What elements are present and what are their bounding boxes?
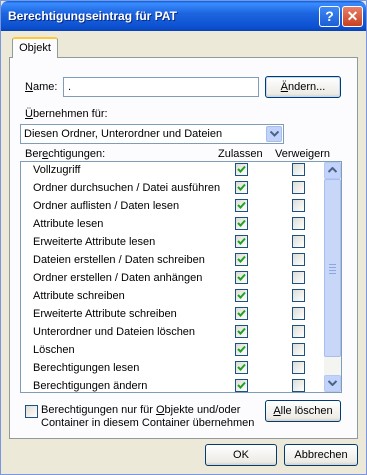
allow-checkbox[interactable] xyxy=(235,235,248,248)
permission-name: Berechtigungen lesen xyxy=(33,362,140,374)
tab-objekt[interactable]: Objekt xyxy=(12,37,58,58)
permission-name: Dateien erstellen / Daten schreiben xyxy=(33,254,205,266)
scroll-down-arrow-icon[interactable] xyxy=(324,375,341,392)
deny-checkbox[interactable] xyxy=(292,307,305,320)
permissions-label: Berechtigungen: xyxy=(25,148,106,160)
help-button[interactable]: ? xyxy=(319,6,340,27)
allow-checkbox[interactable] xyxy=(235,271,248,284)
deny-checkbox[interactable] xyxy=(292,199,305,212)
inherit-only-label: Berechtigungen nur für Objekte und/oder … xyxy=(41,404,255,429)
permission-name: Erweiterte Attribute schreiben xyxy=(33,308,177,320)
title-bar[interactable]: Berechtigungseintrag für PAT ? ✕ xyxy=(1,1,366,31)
dialog-window: Berechtigungseintrag für PAT ? ✕ Objekt … xyxy=(0,0,367,475)
ok-button[interactable]: OK xyxy=(205,444,277,466)
permission-name: Ordner erstellen / Daten anhängen xyxy=(33,272,203,284)
allow-checkbox[interactable] xyxy=(235,199,248,212)
deny-checkbox[interactable] xyxy=(292,379,305,392)
allow-checkbox[interactable] xyxy=(235,325,248,338)
scroll-thumb[interactable] xyxy=(324,179,341,357)
apply-to-label: Übernehmen für: xyxy=(25,108,108,120)
permission-name: Unterordner und Dateien löschen xyxy=(33,326,196,338)
permission-row: Löschen xyxy=(21,341,321,359)
allow-checkbox[interactable] xyxy=(235,181,248,194)
allow-checkbox[interactable] xyxy=(235,307,248,320)
permission-name: Ordner auflisten / Daten lesen xyxy=(33,200,180,212)
deny-checkbox[interactable] xyxy=(292,361,305,374)
deny-checkbox[interactable] xyxy=(292,289,305,302)
allow-column-header: Zulassen xyxy=(218,148,263,160)
permission-row: Berechtigungen lesen xyxy=(21,359,321,377)
dialog-client: Objekt Name: . Ändern... Übernehmen für:… xyxy=(4,31,363,473)
deny-checkbox[interactable] xyxy=(292,325,305,338)
window-title: Berechtigungseintrag für PAT xyxy=(8,9,177,23)
deny-checkbox[interactable] xyxy=(292,181,305,194)
scrollbar[interactable] xyxy=(324,162,341,392)
permission-name: Ordner durchsuchen / Datei ausführen xyxy=(33,182,221,194)
allow-checkbox[interactable] xyxy=(235,253,248,266)
permission-name: Attribute lesen xyxy=(33,218,104,230)
permission-name: Löschen xyxy=(33,344,75,356)
inherit-only-checkbox[interactable] xyxy=(25,405,38,418)
permission-name: Erweiterte Attribute lesen xyxy=(33,236,156,248)
permission-row: Attribute lesen xyxy=(21,215,321,233)
permission-row: Dateien erstellen / Daten schreiben xyxy=(21,251,321,269)
permission-row: Berechtigungen ändern xyxy=(21,377,321,392)
permission-row: Ordner erstellen / Daten anhängen xyxy=(21,269,321,287)
change-button[interactable]: Ändern... xyxy=(265,76,341,98)
scroll-up-arrow-icon[interactable] xyxy=(324,162,341,179)
permissions-list[interactable]: Vollzugriff Ordner durchsuchen / Datei au… xyxy=(20,161,342,393)
apply-to-value: Diesen Ordner, Unterordner und Dateien xyxy=(24,128,223,140)
permission-name: Vollzugriff xyxy=(33,164,81,176)
allow-checkbox[interactable] xyxy=(235,217,248,230)
name-label: Name: xyxy=(25,81,58,93)
permission-row: Erweiterte Attribute lesen xyxy=(21,233,321,251)
permission-row: Ordner auflisten / Daten lesen xyxy=(21,197,321,215)
permission-row: Vollzugriff xyxy=(21,162,321,179)
permission-name: Attribute schreiben xyxy=(33,290,125,302)
cancel-button[interactable]: Abbrechen xyxy=(284,444,358,466)
allow-checkbox[interactable] xyxy=(235,289,248,302)
deny-column-header: Verweigern xyxy=(275,148,331,160)
apply-to-select[interactable]: Diesen Ordner, Unterordner und Dateien xyxy=(20,124,284,144)
name-field[interactable]: . xyxy=(63,77,259,97)
close-button[interactable]: ✕ xyxy=(342,6,363,27)
deny-checkbox[interactable] xyxy=(292,253,305,266)
deny-checkbox[interactable] xyxy=(292,217,305,230)
clear-all-button[interactable]: Alle löschen xyxy=(265,400,341,422)
allow-checkbox[interactable] xyxy=(235,343,248,356)
allow-checkbox[interactable] xyxy=(235,379,248,392)
permission-row: Ordner durchsuchen / Datei ausführen xyxy=(21,179,321,197)
deny-checkbox[interactable] xyxy=(292,271,305,284)
deny-checkbox[interactable] xyxy=(292,235,305,248)
allow-checkbox[interactable] xyxy=(235,361,248,374)
permission-row: Attribute schreiben xyxy=(21,287,321,305)
allow-checkbox[interactable] xyxy=(235,163,248,176)
permission-row: Unterordner und Dateien löschen xyxy=(21,323,321,341)
permission-row: Erweiterte Attribute schreiben xyxy=(21,305,321,323)
chevron-down-icon[interactable] xyxy=(266,126,282,142)
deny-checkbox[interactable] xyxy=(292,163,305,176)
permission-name: Berechtigungen ändern xyxy=(33,380,148,392)
deny-checkbox[interactable] xyxy=(292,343,305,356)
